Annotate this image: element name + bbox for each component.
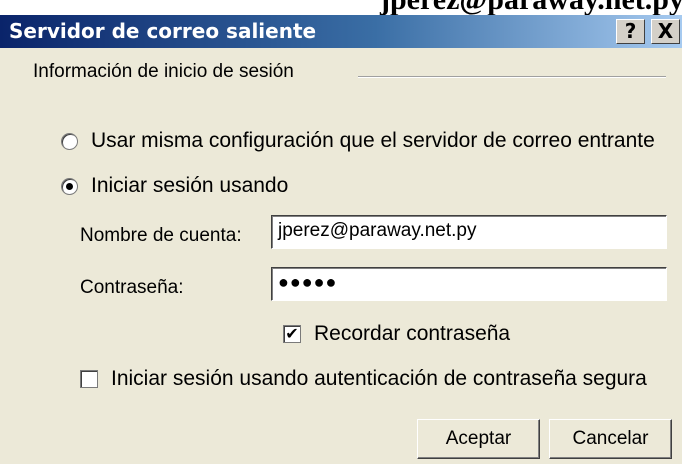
radio-same-settings[interactable]: Usar misma configuración que el servidor… bbox=[61, 129, 655, 153]
radio-same-settings-label: Usar misma configuración que el servidor… bbox=[91, 129, 655, 152]
remember-password-checkbox[interactable]: ✔ Recordar contraseña bbox=[283, 322, 510, 346]
radio-login-using-label: Iniciar sesión usando bbox=[91, 174, 289, 197]
dialog-window: Servidor de correo saliente ? X Informac… bbox=[0, 15, 682, 464]
title-bar[interactable]: Servidor de correo saliente ? X bbox=[0, 15, 682, 48]
close-button[interactable]: X bbox=[651, 19, 680, 44]
radio-login-using-circle[interactable] bbox=[61, 177, 78, 195]
account-name-label: Nombre de cuenta: bbox=[80, 225, 242, 246]
password-label: Contraseña: bbox=[80, 277, 184, 298]
secure-password-auth-label: Iniciar sesión usando autenticación de c… bbox=[111, 367, 647, 390]
remember-password-label: Recordar contraseña bbox=[314, 322, 511, 345]
group-divider bbox=[358, 76, 666, 78]
secure-password-auth-check-box[interactable] bbox=[80, 370, 98, 388]
window-title: Servidor de correo saliente bbox=[9, 19, 317, 43]
background-document-banner: jperez@paraway.net.py, bbox=[0, 0, 682, 15]
account-name-input[interactable]: jperez@paraway.net.py bbox=[271, 215, 667, 249]
radio-login-using[interactable]: Iniciar sesión usando bbox=[61, 174, 288, 198]
remember-password-check-box[interactable]: ✔ bbox=[283, 325, 301, 343]
cancel-button[interactable]: Cancelar bbox=[549, 419, 672, 459]
help-button[interactable]: ? bbox=[616, 19, 645, 44]
login-group-title: Información de inicio de sesión bbox=[33, 61, 294, 82]
secure-password-auth-checkbox[interactable]: Iniciar sesión usando autenticación de c… bbox=[80, 367, 647, 391]
password-input[interactable]: ●●●●● bbox=[271, 267, 667, 301]
ok-button[interactable]: Aceptar bbox=[417, 419, 540, 459]
radio-same-settings-circle[interactable] bbox=[61, 132, 78, 150]
banner-text: jperez@paraway.net.py, bbox=[380, 0, 682, 15]
